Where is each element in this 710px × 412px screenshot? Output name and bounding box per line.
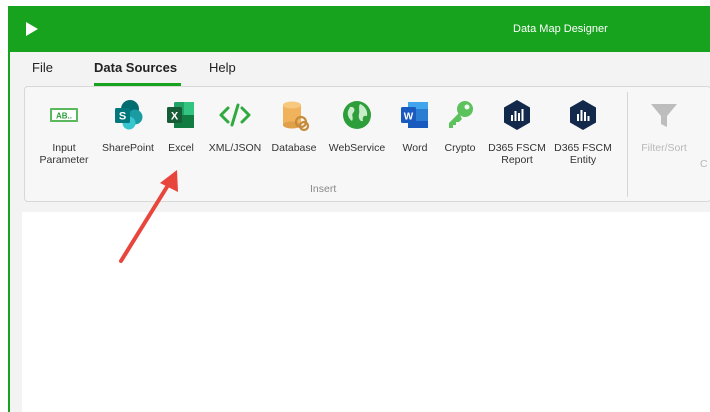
crypto-icon xyxy=(449,101,473,128)
design-canvas[interactable] xyxy=(22,212,710,412)
cut-off-label: C xyxy=(700,158,708,170)
database-icon xyxy=(283,101,310,132)
excel-icon: X xyxy=(167,102,194,128)
input-parameter-label: Input Parameter xyxy=(39,142,89,166)
play-icon[interactable] xyxy=(25,21,39,37)
input-parameter-button[interactable]: AB.. Input Parameter xyxy=(34,96,94,174)
menu-help[interactable]: Help xyxy=(209,60,236,75)
webservice-button[interactable]: WebService xyxy=(327,96,387,174)
sharepoint-label: SharePoint xyxy=(102,142,154,154)
xml-json-button[interactable]: XML/JSON xyxy=(205,96,265,174)
database-label: Database xyxy=(271,142,317,154)
svg-text:X: X xyxy=(171,111,179,123)
sharepoint-icon: S xyxy=(115,100,143,130)
filter-icon xyxy=(651,104,677,127)
ribbon-separator xyxy=(627,92,628,197)
menu-data-sources[interactable]: Data Sources xyxy=(94,60,177,75)
svg-text:S: S xyxy=(119,111,126,123)
filter-sort-button[interactable]: Filter/Sort xyxy=(634,96,694,174)
svg-text:W: W xyxy=(404,112,414,123)
svg-text:AB..: AB.. xyxy=(56,112,72,121)
xml-json-icon xyxy=(219,103,251,127)
title-bar: Data Map Designer xyxy=(8,6,710,52)
filter-sort-label: Filter/Sort xyxy=(641,142,687,154)
d365-entity-label: D365 FSCM Entity xyxy=(554,142,612,166)
excel-label: Excel xyxy=(168,142,194,154)
xml-json-label: XML/JSON xyxy=(208,142,262,154)
d365-report-button[interactable]: D365 FSCM Report xyxy=(487,96,547,174)
window-title: Data Map Designer xyxy=(513,23,608,35)
sharepoint-button[interactable]: S SharePoint xyxy=(98,96,158,174)
insert-group-label: Insert xyxy=(310,183,337,195)
crypto-button[interactable]: Crypto xyxy=(430,96,490,174)
webservice-icon xyxy=(343,101,371,129)
d365-entity-button[interactable]: D365 FSCM Entity xyxy=(553,96,613,174)
word-icon: W xyxy=(401,102,428,128)
d365-report-label: D365 FSCM Report xyxy=(488,142,546,166)
crypto-label: Crypto xyxy=(444,142,476,154)
input-parameter-icon: AB.. xyxy=(50,108,78,122)
menu-file[interactable]: File xyxy=(32,60,53,75)
excel-button[interactable]: X Excel xyxy=(151,96,211,174)
d365-report-icon xyxy=(504,100,530,130)
webservice-label: WebService xyxy=(328,142,386,154)
database-button[interactable]: Database xyxy=(264,96,324,174)
d365-entity-icon xyxy=(570,100,596,130)
